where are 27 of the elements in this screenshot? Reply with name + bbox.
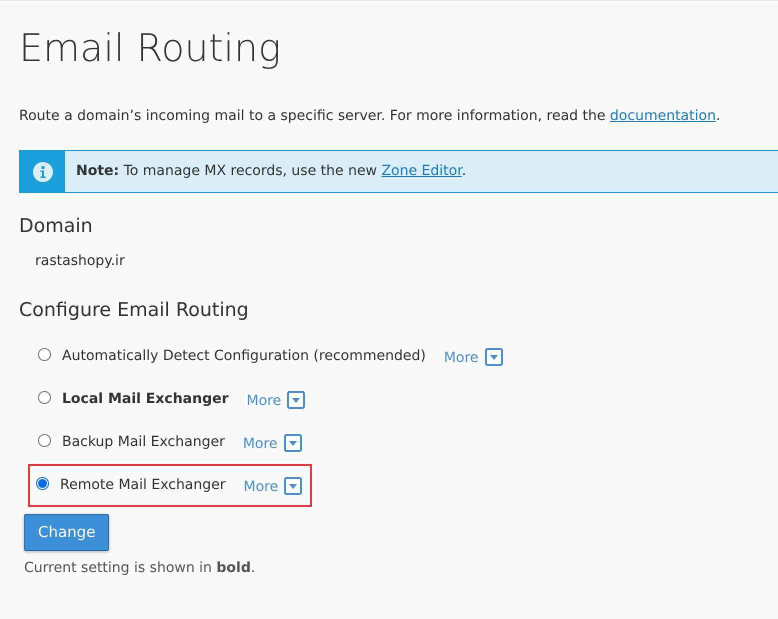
domain-name: rastashopy.ir [35,252,125,271]
radio-button[interactable] [38,391,51,404]
option-label[interactable]: Remote Mail Exchanger [60,475,226,496]
description: Route a domain’s incoming mail to a specific server. For more information, read the documentation. [19,107,722,126]
radio-button[interactable] [36,477,49,490]
change-button[interactable]: Change [24,514,110,551]
more-link[interactable]: More [444,348,479,369]
option-label[interactable]: Automatically Detect Configuration (recommended) [62,346,426,367]
more-link[interactable]: More [246,391,282,412]
radio-button[interactable] [38,348,51,361]
info-icon [32,162,52,182]
radio-button[interactable] [38,434,51,447]
caret-icon[interactable] [484,348,503,366]
caret-icon[interactable] [287,390,306,408]
note-text: Note: To manage MX records, use the new Zone Editor. [75,162,466,181]
documentation-link[interactable]: documentation [610,108,716,124]
more-link[interactable]: More [244,477,278,498]
option-label[interactable]: Backup Mail Exchanger [62,432,225,453]
caret-icon[interactable] [284,476,302,494]
section-heading: Configure Email Routing [19,298,249,322]
caret-icon[interactable] [284,434,302,452]
zone-editor-link[interactable]: Zone Editor [381,163,462,179]
page-title: Email Routing [19,25,281,72]
more-link[interactable]: More [242,434,278,455]
option-label[interactable]: Local Mail Exchanger [62,389,229,410]
footer-note: Current setting is shown in bold. [24,559,256,578]
section-heading: Domain [19,214,93,238]
